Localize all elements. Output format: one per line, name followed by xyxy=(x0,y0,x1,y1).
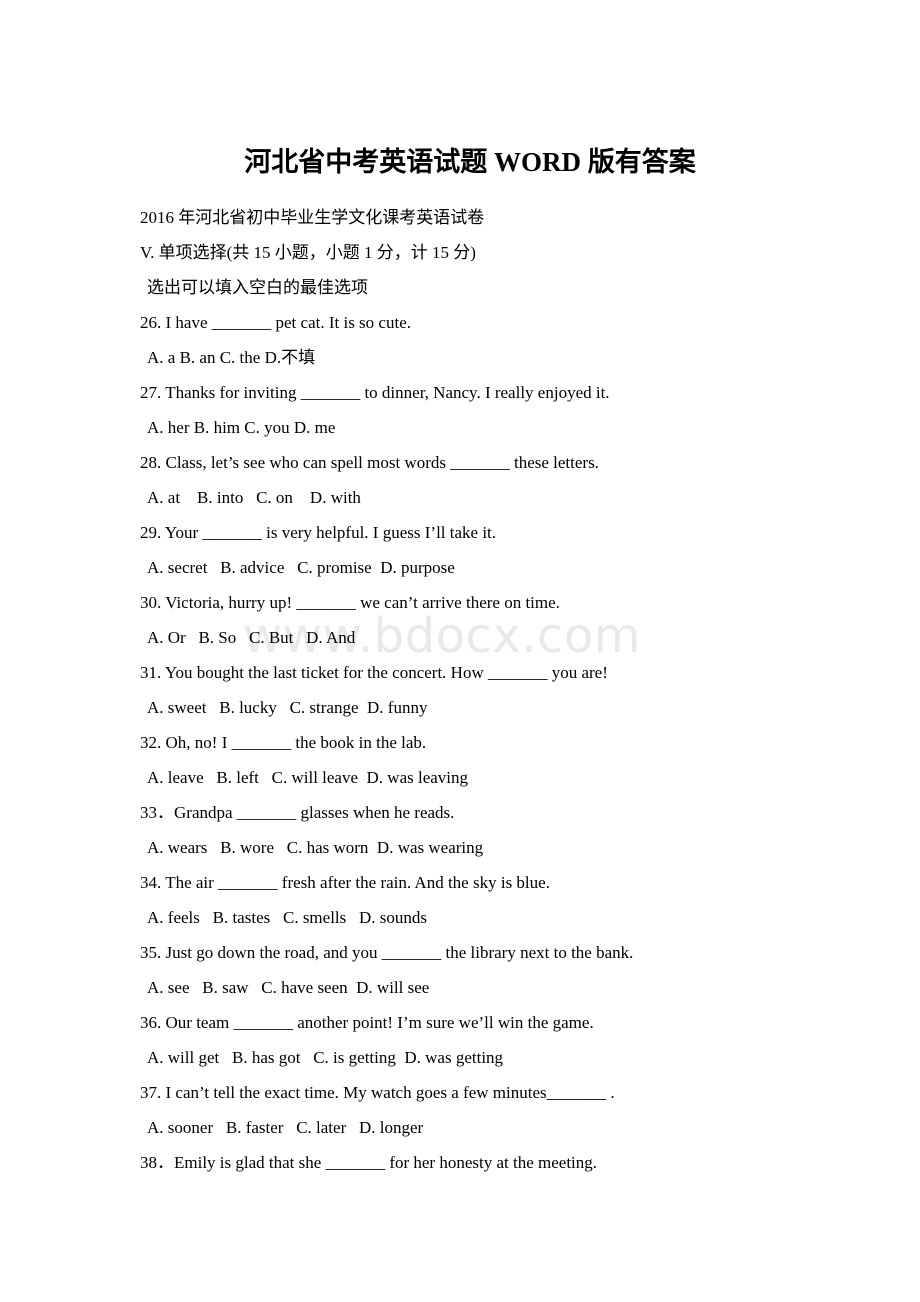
question-stem: 31. You bought the last ticket for the c… xyxy=(140,663,608,682)
question-options: A. see B. saw C. have seen D. will see xyxy=(147,978,430,997)
question-stem: 36. Our team _______ another point! I’m … xyxy=(140,1013,594,1032)
question-options: A. secret B. advice C. promise D. purpos… xyxy=(147,558,455,577)
question-stem: 37. I can’t tell the exact time. My watc… xyxy=(140,1083,615,1102)
question-options: A. will get B. has got C. is getting D. … xyxy=(147,1048,504,1067)
question-stem: 28. Class, let’s see who can spell most … xyxy=(140,453,599,472)
question-options: A. leave B. left C. will leave D. was le… xyxy=(147,768,469,787)
question-stem: 35. Just go down the road, and you _____… xyxy=(140,943,634,962)
question-stem: 38．Emily is glad that she _______ for he… xyxy=(140,1153,598,1172)
question-stem: 33．Grandpa _______ glasses when he reads… xyxy=(140,803,455,822)
question-options: A. a B. an C. the D.不填 xyxy=(147,348,316,367)
question-options: A. sweet B. lucky C. strange D. funny xyxy=(147,698,428,717)
document-page: www.bdocx.com 河北省中考英语试题 WORD 版有答案 2016 年… xyxy=(0,0,920,1302)
document-content: 河北省中考英语试题 WORD 版有答案 2016 年河北省初中毕业生学文化课考英… xyxy=(140,0,800,1180)
question-options: A. her B. him C. you D. me xyxy=(147,418,336,437)
question-stem: 29. Your _______ is very helpful. I gues… xyxy=(140,523,497,542)
question-stem: 27. Thanks for inviting _______ to dinne… xyxy=(140,383,610,402)
question-stem: 30. Victoria, hurry up! _______ we can’t… xyxy=(140,593,560,612)
question-stem: 32. Oh, no! I _______ the book in the la… xyxy=(140,733,427,752)
document-subtitle: 2016 年河北省初中毕业生学文化课考英语试卷 xyxy=(140,208,485,227)
section-instruction: 选出可以填入空白的最佳选项 xyxy=(147,278,368,297)
question-options: A. feels B. tastes C. smells D. sounds xyxy=(147,908,428,927)
question-options: A. Or B. So C. But D. And xyxy=(147,628,356,647)
question-stem: 34. The air _______ fresh after the rain… xyxy=(140,873,550,892)
section-heading: V. 单项选择(共 15 小题，小题 1 分，计 15 分) xyxy=(140,243,476,262)
question-stem: 26. I have _______ pet cat. It is so cut… xyxy=(140,313,411,332)
question-list: 26. I have _______ pet cat. It is so cut… xyxy=(140,305,800,1180)
question-options: A. at B. into C. on D. with xyxy=(147,488,361,507)
page-title: 河北省中考英语试题 WORD 版有答案 xyxy=(244,147,696,177)
question-options: A. wears B. wore C. has worn D. was wear… xyxy=(147,838,484,857)
question-options: A. sooner B. faster C. later D. longer xyxy=(147,1118,424,1137)
